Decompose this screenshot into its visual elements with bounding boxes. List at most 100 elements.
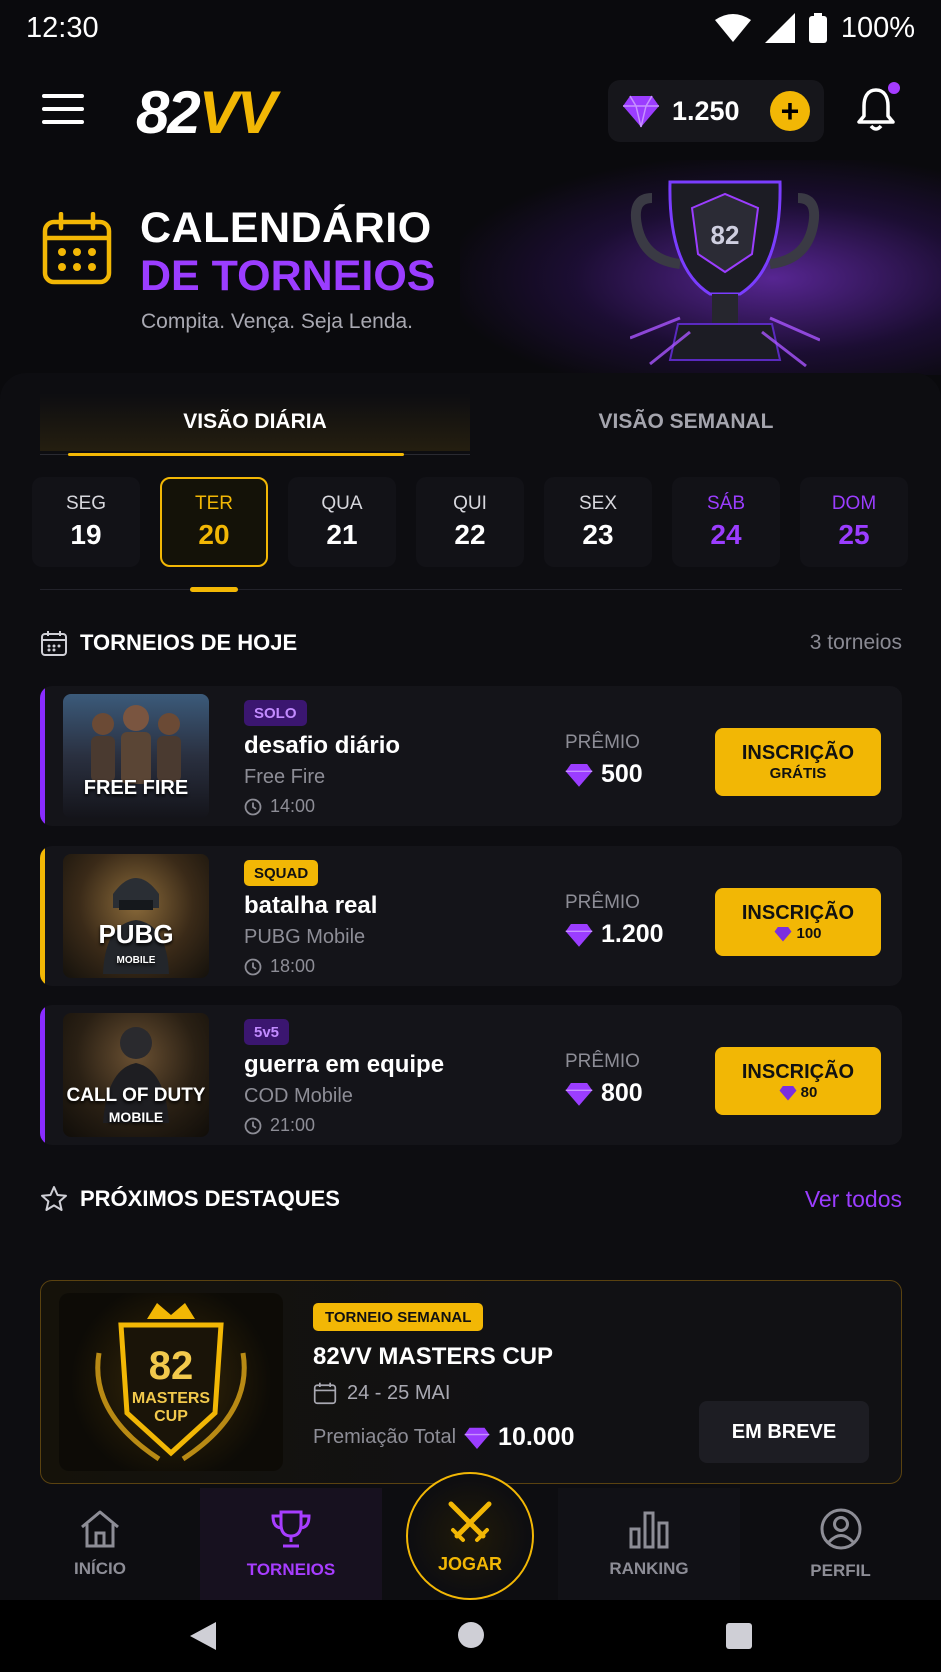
crossed-swords-icon: [448, 1501, 492, 1542]
clock-icon: [244, 958, 262, 975]
tournament-card[interactable]: CALL OF DUTY MOBILE 5v5 guerra em equipe…: [40, 1005, 902, 1145]
day-sex[interactable]: SEX 23: [544, 477, 652, 567]
active-tab-underline: [68, 453, 404, 456]
gem-balance[interactable]: 1.250 +: [608, 80, 824, 142]
prize-value: 800: [565, 1079, 643, 1108]
day-ter[interactable]: TER 20: [160, 477, 268, 567]
app-header: 82VV 1.250 +: [0, 70, 941, 150]
notifications-button[interactable]: [856, 82, 900, 134]
calendar-small-icon: [41, 631, 67, 656]
mode-badge: 5v5: [244, 1019, 290, 1045]
system-navigation-bar: [0, 1600, 941, 1672]
prize-amount: 500: [601, 760, 643, 788]
menu-button[interactable]: [40, 90, 86, 128]
bar-chart-icon: [629, 1511, 669, 1549]
calendar-small-icon: [313, 1382, 337, 1405]
back-icon[interactable]: [188, 1620, 218, 1652]
tab-weekly-view[interactable]: VISÃO SEMANAL: [470, 393, 902, 451]
today-title: TORNEIOS DE HOJE: [80, 630, 298, 655]
day-name: TER: [195, 493, 233, 514]
game-logo-subtext: MOBILE: [108, 1109, 164, 1125]
crown-shield-icon: 82 MASTERS CUP: [95, 1303, 247, 1462]
gem-icon: [623, 95, 659, 128]
gem-icon: [565, 763, 593, 787]
nav-ranking[interactable]: RANKING: [558, 1488, 740, 1600]
tournament-card[interactable]: FREE FIRE SOLO desafio diário Free Fire …: [40, 686, 902, 826]
menu-icon: [42, 94, 84, 98]
star-icon: [41, 1186, 67, 1211]
day-dom[interactable]: DOM 25: [800, 477, 908, 567]
gem-icon: [565, 923, 593, 947]
featured-date-value: 24 - 25 MAI: [347, 1381, 451, 1404]
battery-icon: [808, 13, 827, 43]
prize-value: 500: [565, 760, 643, 789]
card-accent-bar: [40, 686, 45, 826]
highlights-title: PRÓXIMOS DESTAQUES: [80, 1186, 340, 1211]
day-number: 23: [582, 519, 614, 550]
home-icon: [81, 1510, 119, 1548]
nav-label: TORNEIOS: [246, 1560, 336, 1579]
featured-tournament-card[interactable]: 82 MASTERS CUP TORNEIO SEMANAL 82VV MAST…: [40, 1280, 902, 1484]
menu-icon-line: [42, 107, 84, 111]
featured-prize-amount: 10.000: [498, 1423, 575, 1451]
notification-dot: [888, 82, 900, 94]
nav-profile[interactable]: PERFIL: [740, 1488, 941, 1600]
day-number: 25: [838, 519, 870, 550]
game-logo-subtext: MOBILE: [116, 955, 156, 966]
register-button[interactable]: INSCRIÇÃO GRÁTIS: [715, 728, 881, 796]
game-logo-text: PUBG: [98, 919, 174, 949]
add-gems-button[interactable]: +: [770, 91, 810, 131]
tournament-card[interactable]: PUBG MOBILE SQUAD batalha real PUBG Mobi…: [40, 846, 902, 986]
tab-daily-view[interactable]: VISÃO DIÁRIA: [40, 393, 470, 451]
play-button[interactable]: JOGAR: [406, 1472, 534, 1600]
user-icon: [820, 1508, 861, 1550]
day-qua[interactable]: QUA 21: [288, 477, 396, 567]
prize-label: PRÊMIO: [565, 892, 640, 913]
app-logo: 82VV: [136, 78, 277, 147]
day-qui[interactable]: QUI 22: [416, 477, 524, 567]
prize-label: PRÊMIO: [565, 1051, 640, 1072]
day-name: SEX: [578, 493, 618, 514]
prize-amount: 800: [601, 1079, 643, 1107]
gem-icon: [779, 1085, 797, 1101]
prize-amount: 1.200: [601, 920, 664, 948]
day-sab[interactable]: SÁB 24: [672, 477, 780, 567]
day-number: 24: [710, 519, 742, 550]
register-cost-value: GRÁTIS: [769, 765, 827, 782]
register-button[interactable]: INSCRIÇÃO 100: [715, 888, 881, 956]
tournament-name: batalha real: [244, 892, 378, 919]
view-tabs: VISÃO DIÁRIA VISÃO SEMANAL: [40, 393, 902, 451]
day-number: 22: [454, 519, 486, 550]
tournament-time: 18:00: [244, 956, 315, 977]
coming-soon-button[interactable]: EM BREVE: [699, 1401, 869, 1463]
nav-tournaments[interactable]: TORNEIOS: [200, 1488, 382, 1600]
recents-square-icon[interactable]: [725, 1622, 753, 1650]
mode-badge: SOLO: [244, 700, 307, 726]
register-label: INSCRIÇÃO: [741, 742, 855, 764]
tournament-time: 14:00: [244, 796, 315, 817]
day-divider: [40, 589, 902, 590]
time-value: 21:00: [270, 1115, 316, 1135]
see-all-link[interactable]: Ver todos: [805, 1186, 902, 1213]
play-label: JOGAR: [437, 1553, 502, 1574]
day-name: QUA: [321, 493, 363, 514]
logo-accent: VV: [198, 79, 277, 146]
day-number: 19: [70, 519, 102, 550]
calendar-icon: [42, 212, 112, 285]
trophy-icon: 82: [630, 180, 820, 368]
main-panel: VISÃO DIÁRIA VISÃO SEMANAL SEG 19 TER 20 Q…: [0, 373, 941, 1490]
gem-amount: 1.250: [672, 95, 740, 126]
home-circle-icon[interactable]: [457, 1621, 485, 1649]
today-count: 3 torneios: [809, 631, 902, 654]
status-icons: 100%: [714, 12, 915, 45]
day-name: SÁB: [706, 493, 746, 514]
register-button[interactable]: INSCRIÇÃO 80: [715, 1047, 881, 1115]
featured-title: 82VV MASTERS CUP: [313, 1343, 554, 1370]
nav-label: INÍCIO: [74, 1559, 126, 1578]
time-value: 18:00: [270, 956, 316, 976]
weekly-badge: TORNEIO SEMANAL: [313, 1303, 484, 1331]
day-seg[interactable]: SEG 19: [32, 477, 140, 567]
nav-home[interactable]: INÍCIO: [0, 1488, 200, 1600]
clock-icon: [244, 798, 262, 815]
game-thumbnail: PUBG MOBILE: [63, 854, 209, 978]
